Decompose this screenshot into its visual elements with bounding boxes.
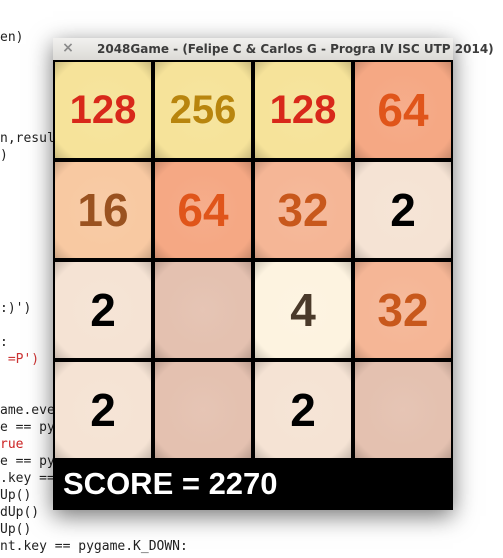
code-line: nt.key == pygame.K_DOWN:: [0, 539, 188, 554]
tile: 64: [155, 162, 251, 258]
code-line: e == py: [0, 454, 55, 469]
close-icon[interactable]: ×: [61, 41, 75, 55]
tile-empty: [155, 262, 251, 358]
code-line: e == py: [0, 420, 55, 435]
window-titlebar[interactable]: × 2048Game - (Felipe C & Carlos G - Prog…: [53, 38, 494, 61]
tile-empty: [355, 362, 451, 458]
tile-empty: [155, 362, 251, 458]
tile: 2: [255, 362, 351, 458]
tile-value: 64: [177, 184, 229, 236]
tile: 4: [255, 262, 351, 358]
code-line: rue: [0, 437, 24, 452]
code-line: :)'): [0, 301, 32, 316]
tile-value: 2: [90, 284, 116, 336]
code-line: .key ==: [0, 471, 55, 486]
game-window: × 2048Game - (Felipe C & Carlos G - Prog…: [53, 38, 494, 510]
tile: 32: [355, 262, 451, 358]
tile: 128: [255, 62, 351, 158]
tile: 32: [255, 162, 351, 258]
code-line: dUp(): [0, 505, 40, 520]
tile-value: 32: [277, 184, 329, 236]
tile-value: 256: [169, 87, 237, 132]
tile: 128: [55, 62, 151, 158]
score-display: SCORE = 2270: [63, 466, 278, 501]
code-line: n,resul: [0, 131, 55, 146]
tile: 2: [55, 262, 151, 358]
window-title: 2048Game - (Felipe C & Carlos G - Progra…: [97, 42, 494, 56]
code-line: ): [0, 148, 8, 163]
tile-value: 4: [290, 284, 316, 336]
tile-value: 64: [377, 84, 429, 136]
tile: 16: [55, 162, 151, 258]
code-line: Up(): [0, 488, 32, 503]
code-line: =P'): [0, 352, 40, 367]
tile-value: 128: [69, 87, 137, 132]
score-bar: SCORE = 2270: [53, 460, 453, 510]
tile: 2: [355, 162, 451, 258]
tile-value: 2: [290, 384, 316, 436]
tile-value: 128: [269, 87, 337, 132]
tile-value: 16: [77, 184, 129, 236]
code-line: ame.eve: [0, 403, 55, 418]
tile-value: 32: [377, 284, 429, 336]
tile-value: 2: [390, 184, 416, 236]
code-line: en): [0, 30, 24, 45]
tile: 64: [355, 62, 451, 158]
code-line: :: [0, 335, 8, 350]
tile: 256: [155, 62, 251, 158]
tile: 2: [55, 362, 151, 458]
tile-value: 2: [90, 384, 116, 436]
game-board[interactable]: 128 256 128 64 16 64 32 2 2 4 32 2 2: [53, 60, 453, 460]
code-line: Up(): [0, 522, 32, 537]
